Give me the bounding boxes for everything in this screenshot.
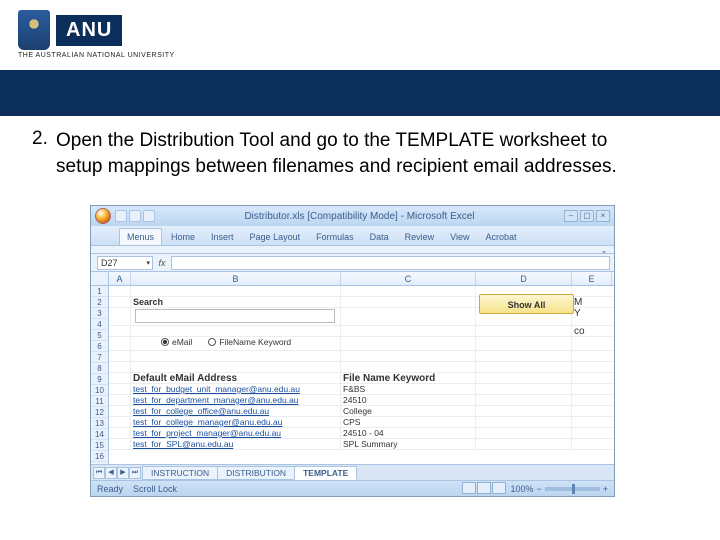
close-button[interactable]: × [596, 210, 610, 222]
anu-logo: ANU [18, 10, 122, 50]
excel-window: Distributor.xls [Compatibility Mode] - M… [90, 205, 615, 497]
table-row: test_for_college_office@anu.edu.auColleg… [109, 406, 614, 417]
formula-bar: D27▾ fx [91, 254, 614, 272]
sheet-instruction[interactable]: INSTRUCTION [142, 466, 218, 480]
table-row: test_for_budget_unit_manager@anu.edu.auF… [109, 384, 614, 395]
tab-acrobat[interactable]: Acrobat [479, 229, 524, 245]
ribbon-tabs: Menus Home Insert Page Layout Formulas D… [91, 226, 614, 246]
window-controls[interactable]: – ▢ × [564, 210, 610, 222]
row-headers: 1 2 3 4 5 6 7 8 9 10 11 12 13 14 15 16 [91, 286, 109, 464]
step-number: 2. [32, 128, 48, 150]
ribbon-body: ⌄ [91, 246, 614, 254]
sheet-tab-bar: ⏮◀▶⏭ INSTRUCTION DISTRIBUTION TEMPLATE [91, 464, 614, 480]
col-A[interactable]: A [109, 272, 131, 285]
zoom-out-button[interactable]: − [536, 484, 541, 494]
search-input[interactable] [135, 309, 335, 323]
zoom-in-button[interactable]: + [603, 484, 608, 494]
col-C[interactable]: C [341, 272, 476, 285]
titlebar: Distributor.xls [Compatibility Mode] - M… [91, 206, 614, 226]
tab-menus[interactable]: Menus [119, 228, 162, 245]
minimize-button[interactable]: – [564, 210, 578, 222]
column-headers: A B C D E [91, 272, 614, 286]
cells-area[interactable]: SearchM Y co eMailFileName Keyword Defau… [109, 286, 614, 464]
show-all-button[interactable]: Show All [479, 294, 574, 314]
fx-icon[interactable]: fx [153, 258, 171, 268]
quick-access-toolbar[interactable] [115, 210, 155, 222]
zoom-slider[interactable] [545, 487, 600, 491]
col-B[interactable]: B [131, 272, 341, 285]
sheet-distribution[interactable]: DISTRIBUTION [217, 466, 295, 480]
anu-crest-icon [18, 10, 50, 50]
anu-wordmark: ANU [56, 15, 122, 46]
header-keyword: File Name Keyword [341, 373, 476, 383]
header-bar [0, 70, 720, 116]
col-E[interactable]: E [572, 272, 612, 285]
tab-insert[interactable]: Insert [204, 229, 241, 245]
zoom-level[interactable]: 100% [510, 484, 533, 494]
tab-data[interactable]: Data [363, 229, 396, 245]
anu-subtitle: THE AUSTRALIAN NATIONAL UNIVERSITY [18, 52, 175, 59]
table-row: test_for_department_manager@anu.edu.au24… [109, 395, 614, 406]
status-bar: Ready Scroll Lock 100% − + [91, 480, 614, 496]
name-box[interactable]: D27▾ [97, 256, 153, 270]
spreadsheet-grid[interactable]: 1 2 3 4 5 6 7 8 9 10 11 12 13 14 15 16 S… [91, 286, 614, 464]
table-row: test_for_SPL@anu.edu.auSPL Summary [109, 439, 614, 450]
table-row: test_for_project_manager@anu.edu.au24510… [109, 428, 614, 439]
tab-page-layout[interactable]: Page Layout [243, 229, 308, 245]
tab-view[interactable]: View [443, 229, 476, 245]
tab-review[interactable]: Review [398, 229, 442, 245]
status-ready: Ready [97, 484, 123, 494]
ribbon-collapse-icon[interactable]: ⌄ [598, 246, 610, 254]
window-title: Distributor.xls [Compatibility Mode] - M… [159, 211, 560, 222]
col-D[interactable]: D [476, 272, 572, 285]
tab-home[interactable]: Home [164, 229, 202, 245]
status-scroll-lock: Scroll Lock [133, 484, 177, 494]
header-email: Default eMail Address [131, 373, 341, 383]
table-row: test_for_college_manager@anu.edu.auCPS [109, 417, 614, 428]
select-all-button[interactable] [91, 272, 109, 285]
office-button[interactable] [95, 208, 111, 224]
view-buttons[interactable] [462, 482, 507, 496]
search-label: Search [131, 297, 341, 307]
sheet-template[interactable]: TEMPLATE [294, 466, 357, 480]
radio-filename[interactable]: FileName Keyword [208, 337, 291, 347]
restore-button[interactable]: ▢ [580, 210, 594, 222]
sheet-nav-buttons[interactable]: ⏮◀▶⏭ [93, 467, 141, 479]
tab-formulas[interactable]: Formulas [309, 229, 361, 245]
formula-input[interactable] [171, 256, 610, 270]
step-text: Open the Distribution Tool and go to the… [56, 128, 656, 179]
radio-email[interactable]: eMail [161, 337, 192, 347]
